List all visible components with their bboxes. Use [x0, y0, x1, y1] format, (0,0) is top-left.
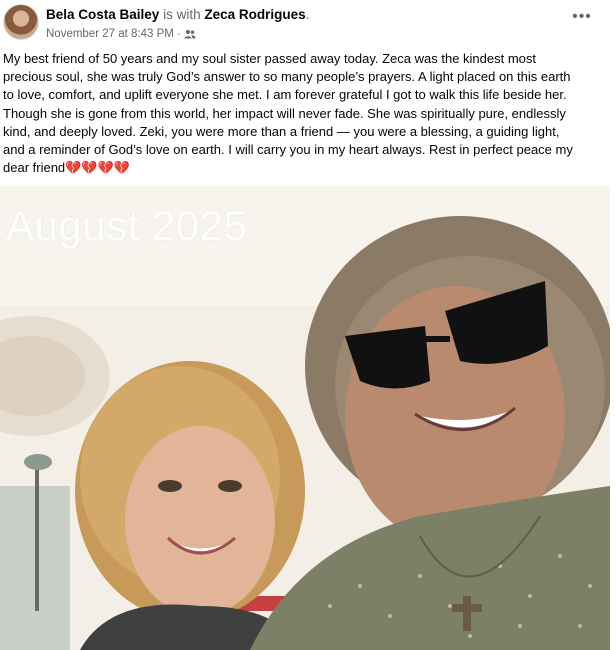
broken-heart-emojis: 💔💔💔💔: [65, 160, 130, 176]
meta-separator: ·: [176, 28, 181, 40]
title-period: .: [305, 7, 310, 22]
post-body-text: My best friend of 50 years and my soul s…: [3, 50, 608, 177]
post-text-line: to love, comfort, and uplift everyone sh…: [3, 87, 567, 103]
author-avatar[interactable]: [3, 4, 39, 40]
facebook-post: Bela Costa Bailey is with Zeca Rodrigues…: [0, 0, 616, 650]
post-text-line: kind, and deeply loved. Zeki, you were m…: [3, 123, 560, 139]
post-header: Bela Costa Bailey is with Zeca Rodrigues…: [0, 0, 616, 46]
post-text-line: My best friend of 50 years and my soul s…: [3, 51, 537, 66]
tagged-person-link[interactable]: Zeca Rodrigues: [204, 7, 305, 22]
post-text-last-words: dear friend: [3, 160, 66, 176]
post-text-line: precious soul, she was truly God’s answe…: [3, 69, 571, 85]
post-timestamp-link[interactable]: November 27 at 8:43 PM: [46, 27, 174, 41]
friends-icon[interactable]: [184, 29, 196, 39]
post-meta: November 27 at 8:43 PM ·: [46, 27, 196, 41]
with-text: is with: [163, 7, 201, 22]
author-name-link[interactable]: Bela Costa Bailey: [46, 7, 159, 22]
post-text-line-last: dear friend💔💔💔💔: [3, 159, 608, 177]
photo-illustration: [0, 186, 610, 650]
post-title-line: Bela Costa Bailey is with Zeca Rodrigues…: [46, 7, 309, 23]
photo-date-caption: August 2025: [6, 202, 248, 249]
post-text-line: Though she is gone from this world, her …: [3, 105, 566, 121]
post-photo[interactable]: August 2025: [0, 186, 610, 650]
post-text-line: and a reminder of God’s love on earth. I…: [3, 142, 573, 158]
more-options-icon[interactable]: •••: [570, 9, 594, 30]
